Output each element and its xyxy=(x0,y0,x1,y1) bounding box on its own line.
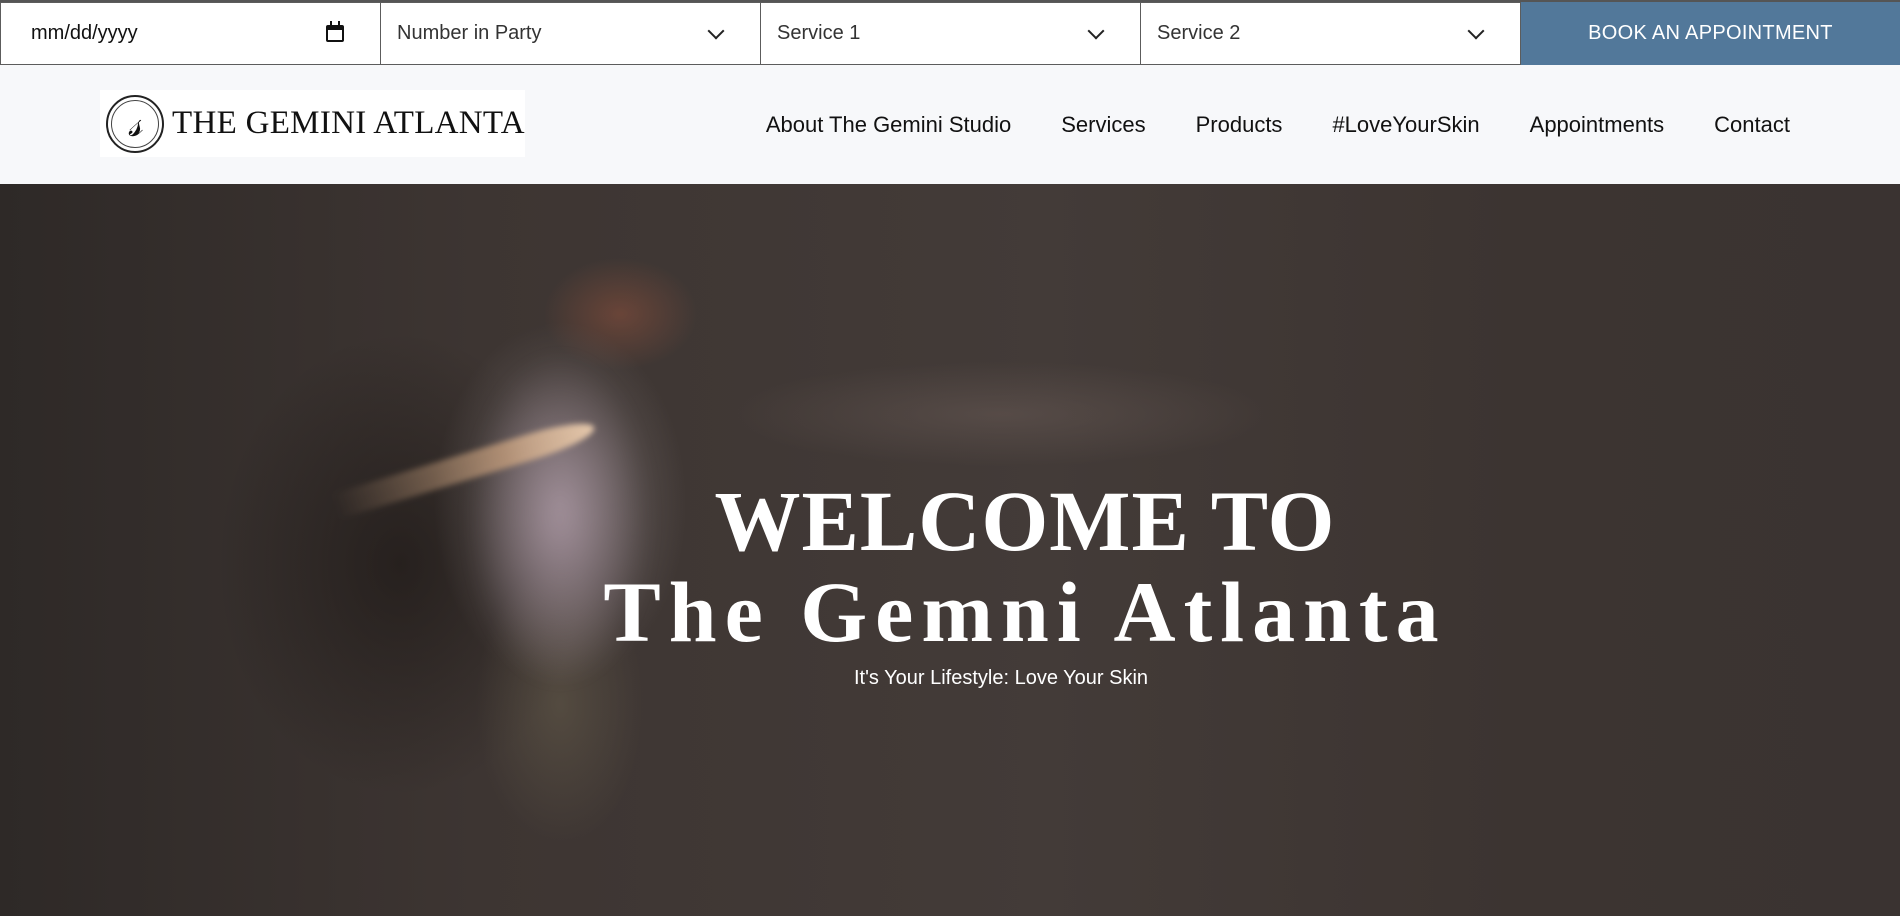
service-1-label: Service 1 xyxy=(777,22,861,44)
service-2-select[interactable]: Service 2 xyxy=(1140,2,1520,65)
service-2-label: Service 2 xyxy=(1157,22,1241,44)
nav-item-contact[interactable]: Contact xyxy=(1714,112,1790,138)
hero-tagline: It's Your Lifestyle: Love Your Skin xyxy=(854,667,1149,689)
book-appointment-button[interactable]: BOOK AN APPOINTMENT xyxy=(1520,2,1900,65)
nav-item-products[interactable]: Products xyxy=(1196,112,1283,138)
site-logo[interactable]: 𝓈 THE GEMINI ATLANTA xyxy=(100,90,525,157)
party-size-select[interactable]: Number in Party xyxy=(380,2,760,65)
monogram-seal-icon: 𝓈 xyxy=(106,94,164,153)
logo-text: THE GEMINI ATLANTA xyxy=(172,105,525,141)
site-header: 𝓈 THE GEMINI ATLANTA About The Gemini St… xyxy=(0,65,1900,184)
booking-bar: mm/dd/yyyy Number in Party Service 1 Ser… xyxy=(0,0,1900,65)
nav-item-about[interactable]: About The Gemini Studio xyxy=(766,112,1011,138)
party-size-label: Number in Party xyxy=(397,22,542,44)
calendar-icon[interactable] xyxy=(326,21,344,42)
nav-item-appointments[interactable]: Appointments xyxy=(1530,112,1665,138)
hero-title-line-2: The Gemni Atlanta xyxy=(603,564,1447,660)
date-input[interactable]: mm/dd/yyyy xyxy=(0,2,380,65)
main-nav: About The Gemini Studio Services Product… xyxy=(766,65,1790,184)
hero-section: WELCOME TO The Gemni Atlanta It's Your L… xyxy=(0,184,1900,916)
nav-item-loveyourskin[interactable]: #LoveYourSkin xyxy=(1332,112,1479,138)
service-1-select[interactable]: Service 1 xyxy=(760,2,1140,65)
nav-item-services[interactable]: Services xyxy=(1061,112,1145,138)
hero-title-line-1: WELCOME TO xyxy=(714,473,1336,569)
